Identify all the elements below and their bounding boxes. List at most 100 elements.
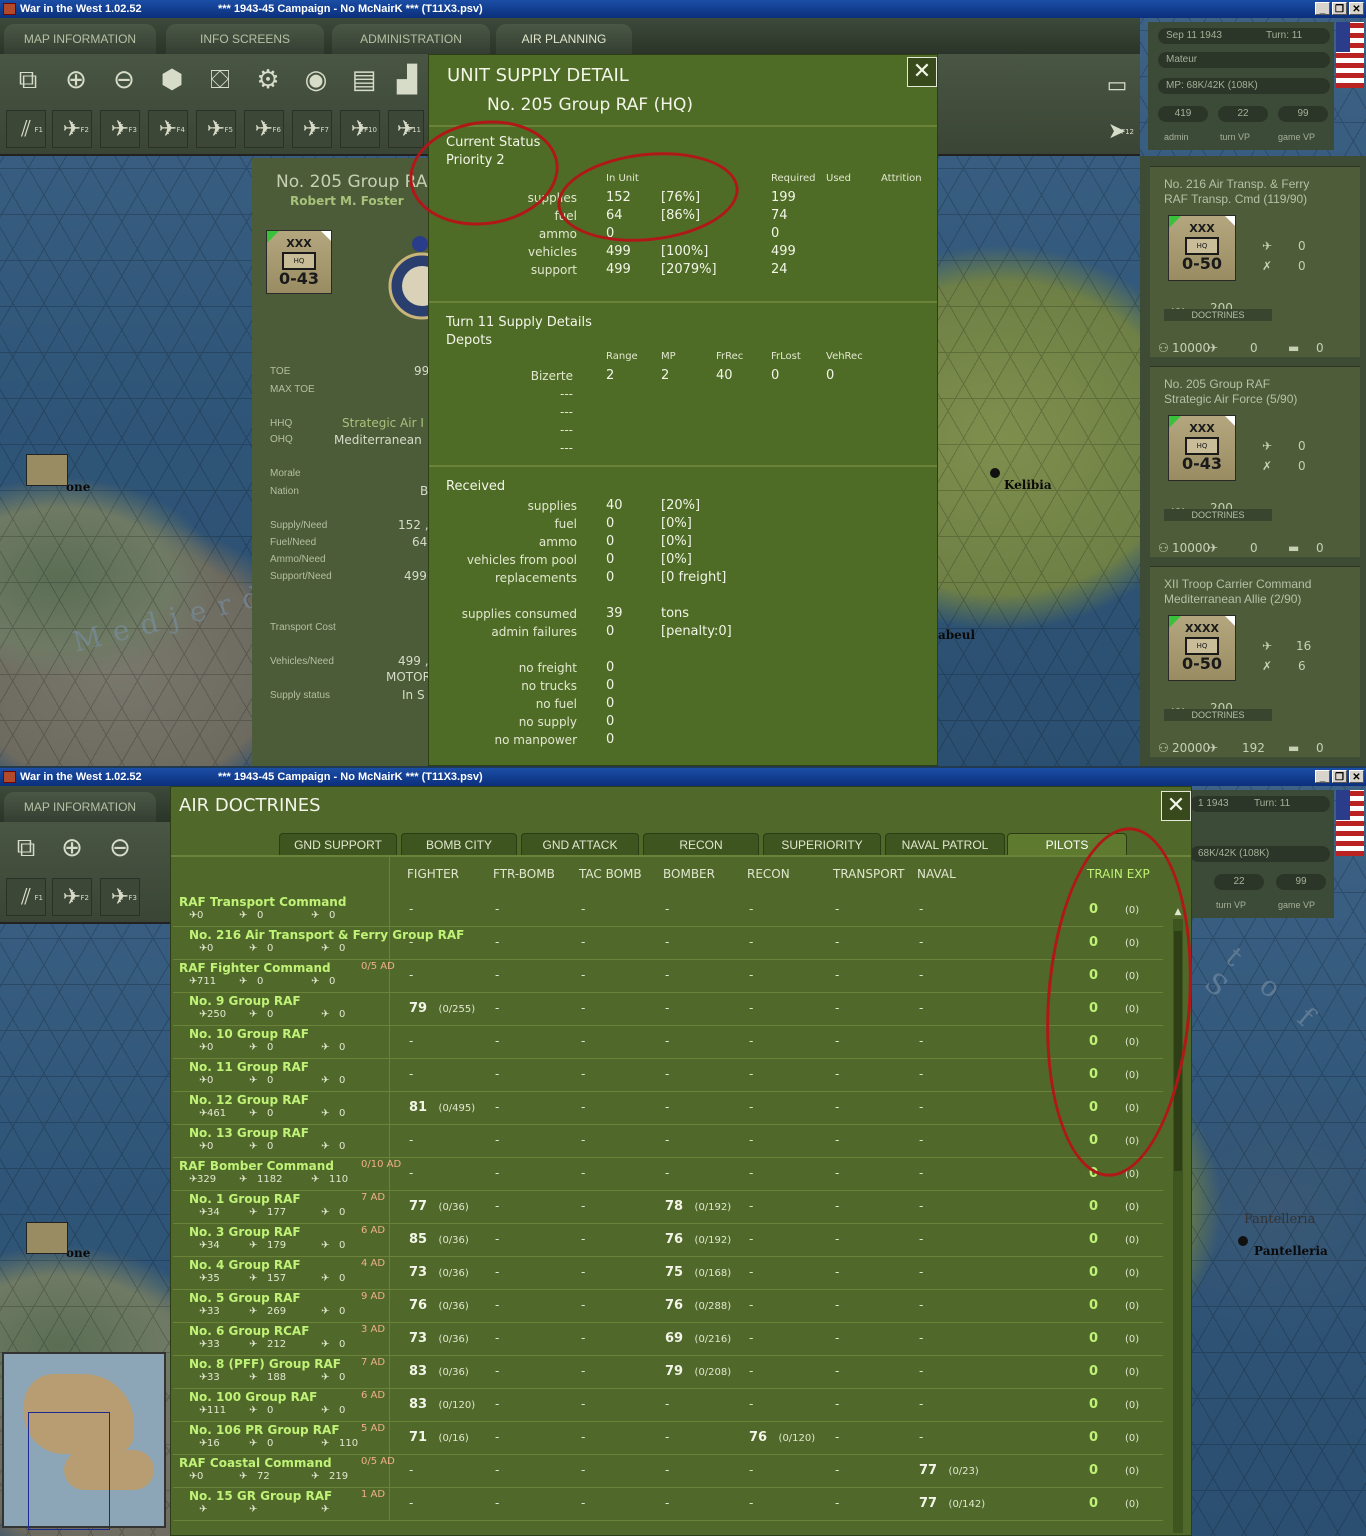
table-row[interactable]: No. 8 (PFF) Group RAF 7 AD ✈ 33 ✈ 188 ✈ 0 83 (0/… bbox=[173, 1355, 1163, 1389]
tab-air-planning[interactable]: AIR PLANNING bbox=[496, 24, 632, 54]
minimize-icon[interactable]: _ bbox=[1315, 770, 1330, 783]
air-mission-f3-icon[interactable]: ✈ F3 bbox=[100, 878, 140, 916]
table-row[interactable]: No. 12 Group RAF ✈ 461 ✈ 0 ✈ 0 81 (0/495) - - - - - -… bbox=[173, 1091, 1163, 1125]
air-mission-f1-icon[interactable]: ⫽ F1 bbox=[6, 878, 46, 916]
air-hq-name[interactable]: No. 5 Group RAF bbox=[189, 1291, 301, 1305]
table-row[interactable]: No. 106 PR Group RAF 5 AD ✈ 16 ✈ 0 ✈ 110 71 (0/1… bbox=[173, 1421, 1163, 1455]
table-row[interactable]: No. 3 Group RAF 6 AD ✈ 34 ✈ 179 ✈ 0 85 (0/36) - -7… bbox=[173, 1223, 1163, 1257]
minimize-icon[interactable]: _ bbox=[1315, 2, 1330, 15]
zoom-out-icon[interactable]: ⊖ bbox=[100, 828, 140, 868]
doctrines-button[interactable]: DOCTRINES bbox=[1164, 709, 1272, 721]
zoom-in-icon[interactable]: ⊕ bbox=[56, 60, 96, 100]
minimap-viewport[interactable] bbox=[28, 1412, 110, 1530]
air-mission-f11-icon[interactable]: ✈ F11 bbox=[388, 110, 424, 148]
air-mission-f4-icon[interactable]: ✈ F4 bbox=[148, 110, 188, 148]
table-row[interactable]: No. 4 Group RAF 4 AD ✈ 35 ✈ 157 ✈ 0 73 (0/36) - -7… bbox=[173, 1256, 1163, 1290]
close-dialog-button[interactable]: ✕ bbox=[1161, 791, 1191, 821]
air-hq-name[interactable]: No. 4 Group RAF bbox=[189, 1258, 301, 1272]
restore-icon[interactable]: ❐ bbox=[1332, 2, 1347, 15]
other-count-icon: ✈ bbox=[311, 1174, 320, 1185]
zoom-out-icon[interactable]: ⊖ bbox=[104, 60, 144, 100]
screen-toggle-icon[interactable]: ▭ bbox=[1098, 66, 1136, 106]
table-row[interactable]: No. 1 Group RAF 7 AD ✈ 34 ✈ 177 ✈ 0 77 (0/36) - -7… bbox=[173, 1190, 1163, 1224]
table-row[interactable]: RAF Bomber Command 0/10 AD ✈ 329 ✈ 1182 ✈ 110- -… bbox=[173, 1157, 1163, 1191]
air-hq-name[interactable]: No. 15 GR Group RAF bbox=[189, 1489, 332, 1503]
air-hq-name[interactable]: No. 216 Air Transport & Ferry Group RAF bbox=[189, 928, 464, 942]
table-row[interactable]: No. 100 Group RAF 6 AD ✈ 111 ✈ 0 ✈ 0 83 (0/120) -… bbox=[173, 1388, 1163, 1422]
unit-card[interactable]: XII Troop Carrier Command Mediterranean A… bbox=[1150, 566, 1360, 757]
table-row[interactable]: No. 216 Air Transport & Ferry Group RAF ✈… bbox=[173, 926, 1163, 960]
tab-administration[interactable]: ADMINISTRATION bbox=[332, 24, 490, 54]
unit-card[interactable]: No. 216 Air Transp. & Ferry RAF Transp. C… bbox=[1150, 166, 1360, 357]
table-row[interactable]: No. 6 Group RCAF 3 AD ✈ 33 ✈ 212 ✈ 0 73 (0/36) - -… bbox=[173, 1322, 1163, 1356]
close-dialog-button[interactable]: ✕ bbox=[907, 57, 937, 87]
air-hq-name[interactable]: No. 11 Group RAF bbox=[189, 1060, 309, 1074]
tab-bomb-city[interactable]: BOMB CITY bbox=[401, 833, 517, 855]
bomber-count-icon: ✈ bbox=[239, 1471, 248, 1482]
air-hq-name[interactable]: No. 10 Group RAF bbox=[189, 1027, 309, 1041]
air-mission-f7-icon[interactable]: ✈ F7 bbox=[292, 110, 332, 148]
recon-exp-empty: - bbox=[749, 1298, 754, 1312]
hhq-value[interactable]: Strategic Air I bbox=[342, 416, 424, 430]
restore-icon[interactable]: ❐ bbox=[1332, 770, 1347, 783]
tab-naval-patrol[interactable]: NAVAL PATROL bbox=[885, 833, 1005, 855]
doctrines-button[interactable]: DOCTRINES bbox=[1164, 509, 1272, 521]
doctrines-button[interactable]: DOCTRINES bbox=[1164, 309, 1272, 321]
air-hq-name[interactable]: RAF Bomber Command bbox=[179, 1159, 334, 1173]
close-icon[interactable]: ✕ bbox=[1349, 2, 1364, 15]
tab-map-information[interactable]: MAP INFORMATION bbox=[4, 792, 156, 822]
air-hq-name[interactable]: No. 3 Group RAF bbox=[189, 1225, 301, 1239]
layers-icon[interactable]: ⧉ bbox=[6, 828, 46, 868]
table-row[interactable]: No. 15 GR Group RAF 1 AD ✈ ✈ ✈ - - - - - - 77 (0/14… bbox=[173, 1487, 1163, 1521]
unit-toggle-icon[interactable]: ⛋ bbox=[200, 60, 240, 100]
air-mission-f6-icon[interactable]: ✈ F6 bbox=[244, 110, 284, 148]
table-row[interactable]: RAF Fighter Command 0/5 AD ✈ 711 ✈ 0 ✈ 0- - - - - - -… bbox=[173, 959, 1163, 993]
zoom-in-icon[interactable]: ⊕ bbox=[52, 828, 92, 868]
air-hq-name[interactable]: No. 9 Group RAF bbox=[189, 994, 301, 1008]
tab-map-information[interactable]: MAP INFORMATION bbox=[4, 24, 156, 54]
tab-gnd-attack[interactable]: GND ATTACK bbox=[521, 833, 639, 855]
tab-gnd-support[interactable]: GND SUPPORT bbox=[279, 833, 397, 855]
map-unit-counter[interactable] bbox=[26, 454, 68, 486]
air-hq-name[interactable]: RAF Fighter Command bbox=[179, 961, 331, 975]
tab-superiority[interactable]: SUPERIORITY bbox=[763, 833, 881, 855]
table-row[interactable]: No. 9 Group RAF ✈ 250 ✈ 0 ✈ 0 79 (0/255) - - - - - -0… bbox=[173, 992, 1163, 1026]
map-unit-counter[interactable] bbox=[26, 1222, 68, 1254]
table-row[interactable]: RAF Transport Command ✈ 0 ✈ 0 ✈ 0- - - - - - -0 (0) bbox=[173, 893, 1163, 927]
table-row[interactable]: No. 11 Group RAF ✈ 0 ✈ 0 ✈ 0- - - - - - -0 (0) bbox=[173, 1058, 1163, 1092]
table-row[interactable]: No. 5 Group RAF 9 AD ✈ 33 ✈ 269 ✈ 0 76 (0/36) - -7… bbox=[173, 1289, 1163, 1323]
layers-icon[interactable]: ⧉ bbox=[8, 60, 48, 100]
settings-gear-icon[interactable]: ⚙ bbox=[248, 60, 288, 100]
close-icon[interactable]: ✕ bbox=[1349, 770, 1364, 783]
unit-card[interactable]: No. 205 Group RAF Strategic Air Force (5/… bbox=[1150, 366, 1360, 557]
end-turn-icon[interactable]: ➤ F12 bbox=[1098, 112, 1136, 152]
air-hq-name[interactable]: RAF Coastal Command bbox=[179, 1456, 332, 1470]
unit-commander[interactable]: Robert M. Foster bbox=[290, 194, 404, 208]
location-icon[interactable]: ◉ bbox=[296, 60, 336, 100]
air-hq-name[interactable]: RAF Transport Command bbox=[179, 895, 346, 909]
air-mission-f3-icon[interactable]: ✈ F3 bbox=[100, 110, 140, 148]
air-hq-name[interactable]: No. 100 Group RAF bbox=[189, 1390, 317, 1404]
bomber-exp-empty: - bbox=[665, 1034, 670, 1048]
air-hq-name[interactable]: No. 13 Group RAF bbox=[189, 1126, 309, 1140]
strategic-minimap[interactable] bbox=[2, 1352, 166, 1530]
air-mission-f10-icon[interactable]: ✈ F10 bbox=[340, 110, 380, 148]
report-icon[interactable]: ▤ bbox=[344, 60, 384, 100]
table-row[interactable]: RAF Coastal Command 0/5 AD ✈ 0 ✈ 72 ✈ 219- - - - - -… bbox=[173, 1454, 1163, 1488]
tab-info-screens[interactable]: INFO SCREENS bbox=[166, 24, 324, 54]
failure-qty: 0 bbox=[606, 714, 615, 729]
table-row[interactable]: No. 13 Group RAF ✈ 0 ✈ 0 ✈ 0- - - - - - -0 (0) bbox=[173, 1124, 1163, 1158]
table-row[interactable]: No. 10 Group RAF ✈ 0 ✈ 0 ✈ 0- - - - - - -0 (0) bbox=[173, 1025, 1163, 1059]
tab-recon[interactable]: RECON bbox=[643, 833, 759, 855]
factory-icon[interactable]: ▟ bbox=[392, 60, 422, 100]
air-hq-name[interactable]: No. 8 (PFF) Group RAF bbox=[189, 1357, 341, 1371]
air-mission-f5-icon[interactable]: ✈ F5 bbox=[196, 110, 236, 148]
air-hq-name[interactable]: No. 1 Group RAF bbox=[189, 1192, 301, 1206]
air-hq-name[interactable]: No. 106 PR Group RAF bbox=[189, 1423, 340, 1437]
air-mission-f2-icon[interactable]: ✈ F2 bbox=[52, 110, 92, 148]
hex-toggle-icon[interactable]: ⬢ bbox=[152, 60, 192, 100]
air-mission-f1-icon[interactable]: ⫽ F1 bbox=[6, 110, 46, 148]
air-mission-f2-icon[interactable]: ✈ F2 bbox=[52, 878, 92, 916]
air-hq-name[interactable]: No. 12 Group RAF bbox=[189, 1093, 309, 1107]
air-hq-name[interactable]: No. 6 Group RCAF bbox=[189, 1324, 309, 1338]
